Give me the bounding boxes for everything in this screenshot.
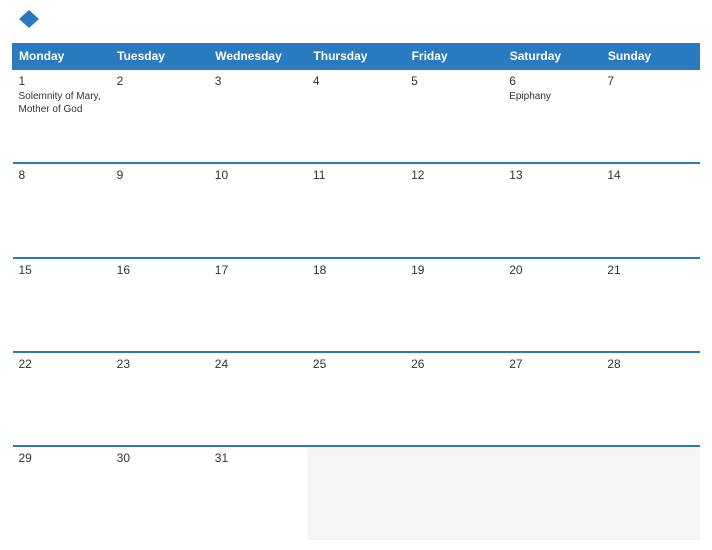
day-number: 11 xyxy=(313,168,399,182)
logo xyxy=(16,10,40,35)
calendar-cell: 10 xyxy=(209,163,307,257)
calendar-cell: 11 xyxy=(307,163,405,257)
calendar-week-row: 29 30 31 xyxy=(13,446,700,540)
calendar-cell xyxy=(503,446,601,540)
calendar-cell: 23 xyxy=(111,352,209,446)
calendar-cell: 21 xyxy=(601,258,699,352)
calendar-cell: 7 xyxy=(601,69,699,163)
day-number: 16 xyxy=(117,263,203,277)
calendar-cell xyxy=(601,446,699,540)
calendar-week-row: 1 Solemnity of Mary, Mother of God 23456 Ep… xyxy=(13,69,700,163)
weekday-header-thursday: Thursday xyxy=(307,44,405,70)
day-number: 7 xyxy=(607,74,693,88)
calendar-cell: 28 xyxy=(601,352,699,446)
day-number: 8 xyxy=(19,168,105,182)
calendar-cell: 30 xyxy=(111,446,209,540)
day-number: 27 xyxy=(509,357,595,371)
day-number: 12 xyxy=(411,168,497,182)
day-number: 22 xyxy=(19,357,105,371)
calendar-table: MondayTuesdayWednesdayThursdayFridaySatu… xyxy=(12,43,700,540)
day-number: 18 xyxy=(313,263,399,277)
calendar-week-row: 89 10 11 12 13 14 xyxy=(13,163,700,257)
day-number: 10 xyxy=(215,168,301,182)
day-number: 20 xyxy=(509,263,595,277)
calendar-cell: 14 xyxy=(601,163,699,257)
event-label: Epiphany xyxy=(509,91,551,102)
day-number: 24 xyxy=(215,357,301,371)
day-number: 23 xyxy=(117,357,203,371)
calendar-cell: 12 xyxy=(405,163,503,257)
day-number: 30 xyxy=(117,451,203,465)
calendar-cell: 25 xyxy=(307,352,405,446)
calendar-cell: 16 xyxy=(111,258,209,352)
calendar-cell: 1 Solemnity of Mary, Mother of God xyxy=(13,69,111,163)
calendar-cell: 4 xyxy=(307,69,405,163)
day-number: 17 xyxy=(215,263,301,277)
day-number: 1 xyxy=(19,74,105,88)
day-number: 21 xyxy=(607,263,693,277)
weekday-header-wednesday: Wednesday xyxy=(209,44,307,70)
day-number: 31 xyxy=(215,451,301,465)
day-number: 9 xyxy=(117,168,203,182)
day-number: 15 xyxy=(19,263,105,277)
day-number: 25 xyxy=(313,357,399,371)
logo-blue-text xyxy=(16,10,40,35)
logo-flag-icon xyxy=(18,8,40,30)
day-number: 3 xyxy=(215,74,301,88)
calendar-cell: 2 xyxy=(111,69,209,163)
calendar-cell: 18 xyxy=(307,258,405,352)
calendar-cell: 22 xyxy=(13,352,111,446)
weekday-header-tuesday: Tuesday xyxy=(111,44,209,70)
calendar-cell: 19 xyxy=(405,258,503,352)
calendar-header-row: MondayTuesdayWednesdayThursdayFridaySatu… xyxy=(13,44,700,70)
calendar-cell: 31 xyxy=(209,446,307,540)
day-number: 4 xyxy=(313,74,399,88)
calendar-cell: 8 xyxy=(13,163,111,257)
calendar-cell: 15 xyxy=(13,258,111,352)
calendar-cell: 17 xyxy=(209,258,307,352)
calendar-cell xyxy=(405,446,503,540)
weekday-header-friday: Friday xyxy=(405,44,503,70)
day-number: 19 xyxy=(411,263,497,277)
day-number: 14 xyxy=(607,168,693,182)
calendar-page: MondayTuesdayWednesdayThursdayFridaySatu… xyxy=(0,0,712,550)
weekday-header-monday: Monday xyxy=(13,44,111,70)
weekday-header-saturday: Saturday xyxy=(503,44,601,70)
calendar-cell: 3 xyxy=(209,69,307,163)
calendar-cell: 6 Epiphany xyxy=(503,69,601,163)
calendar-cell: 20 xyxy=(503,258,601,352)
calendar-cell: 9 xyxy=(111,163,209,257)
calendar-cell: 29 xyxy=(13,446,111,540)
day-number: 5 xyxy=(411,74,497,88)
day-number: 6 xyxy=(509,74,595,88)
calendar-cell xyxy=(307,446,405,540)
calendar-week-row: 22 23 24 25 26 27 28 xyxy=(13,352,700,446)
calendar-cell: 13 xyxy=(503,163,601,257)
calendar-cell: 26 xyxy=(405,352,503,446)
calendar-cell: 24 xyxy=(209,352,307,446)
weekday-header-sunday: Sunday xyxy=(601,44,699,70)
event-label: Solemnity of Mary, Mother of God xyxy=(19,91,101,115)
day-number: 29 xyxy=(19,451,105,465)
day-number: 2 xyxy=(117,74,203,88)
calendar-week-row: 15 16 17 18 19 20 21 xyxy=(13,258,700,352)
calendar-header xyxy=(12,10,700,35)
calendar-cell: 27 xyxy=(503,352,601,446)
calendar-cell: 5 xyxy=(405,69,503,163)
day-number: 13 xyxy=(509,168,595,182)
day-number: 28 xyxy=(607,357,693,371)
day-number: 26 xyxy=(411,357,497,371)
